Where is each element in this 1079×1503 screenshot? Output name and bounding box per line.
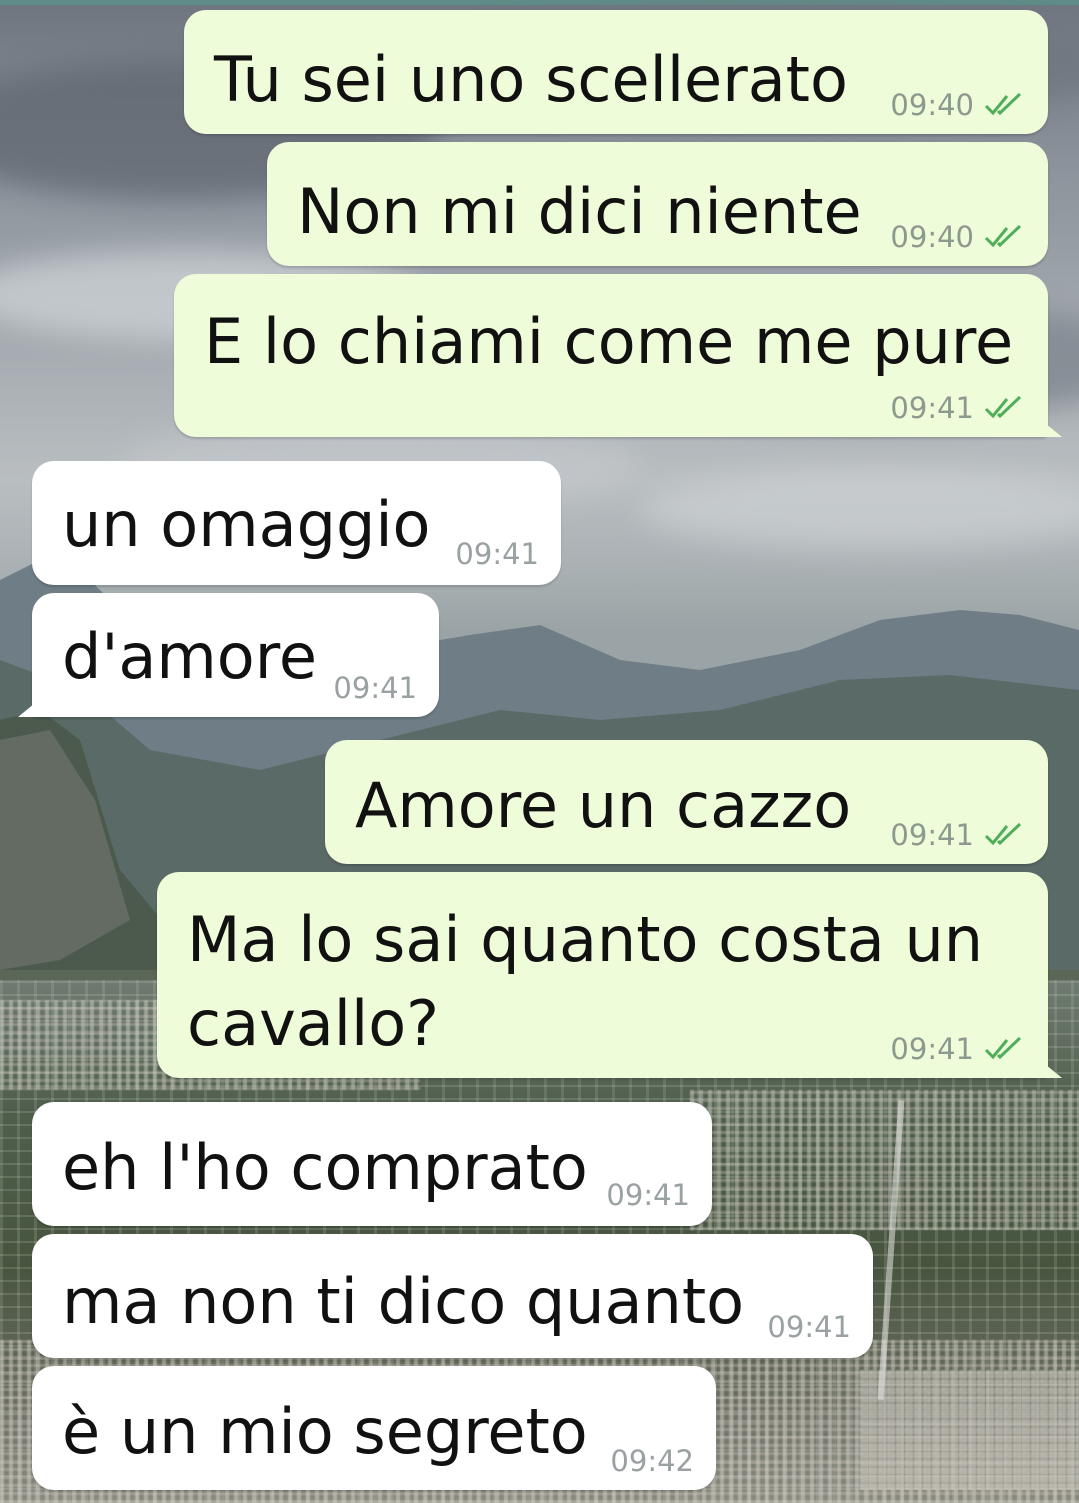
message-meta: 09:41 (606, 1180, 690, 1210)
message-text: ma non ti dico quanto (62, 1265, 745, 1338)
message-time: 09:41 (890, 818, 974, 852)
message-time: 09:41 (767, 1310, 851, 1344)
double-check-icon (984, 92, 1022, 116)
message-time: 09:42 (610, 1444, 694, 1478)
message-text: d'amore (62, 620, 317, 693)
message-meta: 09:40 (890, 222, 1028, 252)
message-meta: 09:40 (890, 90, 1028, 120)
message-time: 09:41 (455, 537, 539, 571)
message-bubble-incoming[interactable]: ma non ti dico quanto 09:41 (32, 1234, 873, 1358)
message-bubble-outgoing[interactable]: Non mi dici niente 09:40 (267, 142, 1048, 266)
message-time: 09:41 (890, 391, 974, 425)
message-bubble-outgoing[interactable]: E lo chiami come me pure 09:41 (174, 274, 1062, 437)
message-text: eh l'ho comprato (62, 1131, 588, 1204)
message-bubble-outgoing[interactable]: Ma lo sai quanto costa un cavallo? 09:41 (157, 872, 1062, 1078)
message-time: 09:40 (890, 88, 974, 122)
message-meta: 09:41 (890, 1034, 1028, 1064)
bubble-tail (1040, 1060, 1062, 1078)
message-bubble-incoming[interactable]: un omaggio 09:41 (32, 461, 561, 585)
double-check-icon (984, 822, 1022, 846)
message-meta: 09:41 (455, 539, 539, 569)
message-bubble-incoming[interactable]: d'amore 09:41 (18, 593, 439, 717)
message-text: Tu sei uno scellerato (214, 43, 848, 116)
message-meta: 09:41 (890, 393, 1028, 423)
message-bubble-incoming[interactable]: eh l'ho comprato 09:41 (32, 1102, 712, 1226)
message-text: un omaggio (62, 488, 431, 561)
message-text: Non mi dici niente (297, 175, 862, 248)
bubble-tail (18, 699, 40, 717)
message-bubble-outgoing[interactable]: Amore un cazzo 09:41 (325, 740, 1048, 864)
message-time: 09:41 (890, 1032, 974, 1066)
message-text-line-2: cavallo? (187, 987, 440, 1060)
double-check-icon (984, 395, 1022, 419)
message-time: 09:41 (606, 1178, 690, 1212)
message-bubble-incoming[interactable]: è un mio segreto 09:42 (32, 1366, 716, 1490)
double-check-icon (984, 1036, 1022, 1060)
bubble-tail (1040, 419, 1062, 437)
double-check-icon (984, 224, 1022, 248)
message-meta: 09:42 (610, 1446, 694, 1476)
message-meta: 09:41 (890, 820, 1028, 850)
message-bubble-outgoing[interactable]: Tu sei uno scellerato 09:40 (184, 10, 1048, 134)
message-text: Amore un cazzo (355, 769, 852, 842)
message-text: E lo chiami come me pure (204, 305, 1014, 378)
message-time: 09:41 (333, 671, 417, 705)
message-time: 09:40 (890, 220, 974, 254)
message-text: Ma lo sai quanto costa un (187, 903, 984, 976)
message-meta: 09:41 (767, 1312, 851, 1342)
message-meta: 09:41 (333, 673, 417, 703)
message-text: è un mio segreto (62, 1395, 588, 1468)
message-list[interactable]: Tu sei uno scellerato 09:40 Non mi dici … (0, 0, 1079, 1503)
